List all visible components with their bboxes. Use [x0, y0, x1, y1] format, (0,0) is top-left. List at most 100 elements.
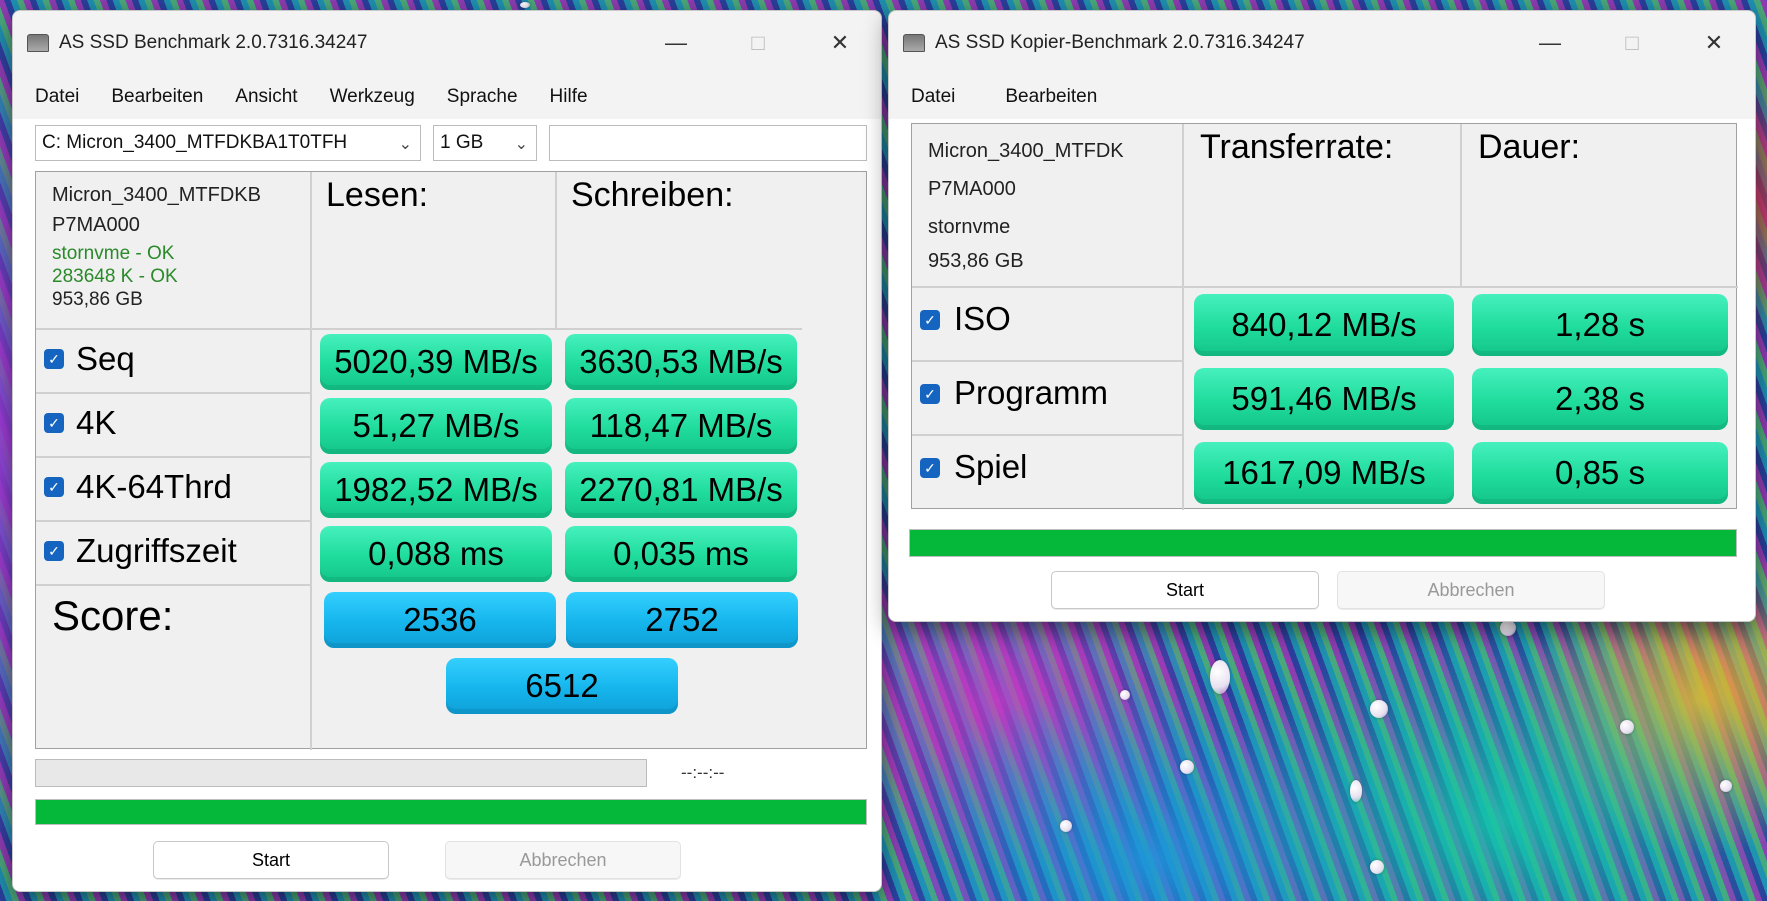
drive-info-cell: Micron_3400_MTFDK P7MA000 stornvme 953,8…: [912, 124, 1184, 288]
maximize-icon: □: [751, 30, 765, 55]
seq-label: Seq: [76, 340, 135, 377]
cancel-button: Abbrechen: [445, 841, 681, 879]
score-label: Score:: [52, 592, 174, 639]
drive-info-cell: Micron_3400_MTFDKB P7MA000 stornvme - OK…: [36, 172, 312, 330]
iso-checkbox[interactable]: ✓: [920, 310, 940, 330]
as-ssd-benchmark-window: AS SSD Benchmark 2.0.7316.34247 — □ ✕ Da…: [12, 10, 882, 892]
start-button[interactable]: Start: [1051, 571, 1319, 609]
menu-sprache[interactable]: Sprache: [447, 86, 518, 108]
test-progress-bar: [35, 759, 647, 787]
drive-model: Micron_3400_MTFDKB: [52, 184, 261, 206]
read-header: Lesen:: [326, 176, 429, 214]
row-4k64-label-cell: ✓ 4K-64Thrd: [36, 458, 312, 522]
overall-progress-bar: [35, 799, 867, 825]
spiel-checkbox[interactable]: ✓: [920, 458, 940, 478]
4k64-write-result: 2270,81 MB/s: [565, 462, 797, 518]
programm-checkbox[interactable]: ✓: [920, 384, 940, 404]
score-write: 2752: [566, 592, 798, 648]
driver-name: stornvme: [928, 216, 1011, 238]
score-read: 2536: [324, 592, 556, 648]
rate-header: Transferrate:: [1200, 128, 1394, 166]
status-field: [549, 125, 867, 161]
programm-time-result: 2,38 s: [1472, 368, 1728, 430]
menu-bearbeiten[interactable]: Bearbeiten: [111, 86, 203, 108]
4k64-label: 4K-64Thrd: [76, 468, 232, 505]
close-icon[interactable]: ✕: [1673, 11, 1755, 75]
copy-results-grid: Micron_3400_MTFDK P7MA000 stornvme 953,8…: [911, 123, 1738, 510]
title-bar[interactable]: AS SSD Kopier-Benchmark 2.0.7316.34247 —…: [889, 11, 1755, 75]
menu-ansicht[interactable]: Ansicht: [235, 86, 297, 108]
seq-write-result: 3630,53 MB/s: [565, 334, 797, 390]
as-ssd-copy-benchmark-window: AS SSD Kopier-Benchmark 2.0.7316.34247 —…: [888, 10, 1756, 622]
window-title: AS SSD Kopier-Benchmark 2.0.7316.34247: [935, 32, 1305, 53]
iso-time-result: 1,28 s: [1472, 294, 1728, 356]
menu-hilfe[interactable]: Hilfe: [550, 86, 588, 108]
maximize-icon: □: [1625, 30, 1639, 55]
drive-firmware: P7MA000: [928, 178, 1016, 200]
drive-capacity: 953,86 GB: [52, 289, 143, 310]
rate-header-cell: Transferrate:: [1184, 124, 1462, 288]
cancel-button: Abbrechen: [1337, 571, 1605, 609]
size-select-value: 1 GB: [440, 132, 484, 153]
results-grid: Micron_3400_MTFDKB P7MA000 stornvme - OK…: [35, 171, 867, 750]
minimize-icon[interactable]: —: [635, 11, 717, 75]
chevron-down-icon: ⌄: [398, 136, 412, 153]
chevron-down-icon: ⌄: [514, 136, 528, 153]
alignment-status: 283648 K - OK: [52, 266, 178, 287]
copy-progress-bar: [909, 529, 1737, 557]
seq-checkbox[interactable]: ✓: [44, 349, 64, 369]
drive-icon: [27, 34, 49, 52]
menu-werkzeug[interactable]: Werkzeug: [330, 86, 415, 108]
drive-icon: [903, 34, 925, 52]
driver-status: stornvme - OK: [52, 243, 175, 264]
drive-firmware: P7MA000: [52, 214, 140, 236]
4k-write-result: 118,47 MB/s: [565, 398, 797, 454]
access-read-result: 0,088 ms: [320, 526, 552, 582]
window-title: AS SSD Benchmark 2.0.7316.34247: [59, 32, 368, 53]
4k-read-result: 51,27 MB/s: [320, 398, 552, 454]
close-icon[interactable]: ✕: [799, 11, 881, 75]
iso-rate-result: 840,12 MB/s: [1194, 294, 1454, 356]
title-bar[interactable]: AS SSD Benchmark 2.0.7316.34247 — □ ✕: [13, 11, 881, 75]
row-seq-label-cell: ✓ Seq: [36, 330, 312, 394]
4k-label: 4K: [76, 404, 117, 441]
drive-select[interactable]: C: Micron_3400_MTFDKBA1T0TFH ⌄: [35, 125, 421, 161]
access-label: Zugriffszeit: [76, 532, 237, 569]
spiel-label: Spiel: [954, 448, 1028, 485]
access-write-result: 0,035 ms: [565, 526, 797, 582]
access-checkbox[interactable]: ✓: [44, 541, 64, 561]
drive-select-value: C: Micron_3400_MTFDKBA1T0TFH: [42, 132, 348, 153]
write-header-cell: Schreiben:: [557, 172, 802, 330]
row-iso-label-cell: ✓ ISO: [912, 288, 1184, 362]
programm-rate-result: 591,46 MB/s: [1194, 368, 1454, 430]
row-access-label-cell: ✓ Zugriffszeit: [36, 522, 312, 586]
4k64-read-result: 1982,52 MB/s: [320, 462, 552, 518]
row-4k-label-cell: ✓ 4K: [36, 394, 312, 458]
write-header: Schreiben:: [571, 176, 734, 214]
programm-label: Programm: [954, 374, 1109, 411]
row-spiel-label-cell: ✓ Spiel: [912, 436, 1184, 510]
menu-bar: Datei Bearbeiten Ansicht Werkzeug Sprach…: [13, 75, 881, 119]
minimize-icon[interactable]: —: [1509, 11, 1591, 75]
menu-datei[interactable]: Datei: [35, 86, 79, 108]
seq-read-result: 5020,39 MB/s: [320, 334, 552, 390]
menu-datei[interactable]: Datei: [911, 86, 955, 108]
score-total: 6512: [446, 658, 678, 714]
time-header-cell: Dauer:: [1462, 124, 1738, 288]
4k-checkbox[interactable]: ✓: [44, 413, 64, 433]
spiel-time-result: 0,85 s: [1472, 442, 1728, 504]
menu-bar: Datei Bearbeiten: [889, 75, 1755, 119]
time-header: Dauer:: [1478, 128, 1581, 166]
spiel-rate-result: 1617,09 MB/s: [1194, 442, 1454, 504]
elapsed-time: --:--:--: [681, 763, 725, 782]
iso-label: ISO: [954, 300, 1011, 337]
4k64-checkbox[interactable]: ✓: [44, 477, 64, 497]
menu-bearbeiten[interactable]: Bearbeiten: [1005, 86, 1097, 108]
size-select[interactable]: 1 GB ⌄: [433, 125, 537, 161]
drive-capacity: 953,86 GB: [928, 250, 1024, 272]
start-button[interactable]: Start: [153, 841, 389, 879]
drive-model: Micron_3400_MTFDK: [928, 140, 1124, 162]
score-label-cell: Score:: [36, 586, 312, 750]
row-programm-label-cell: ✓ Programm: [912, 362, 1184, 436]
read-header-cell: Lesen:: [312, 172, 557, 330]
